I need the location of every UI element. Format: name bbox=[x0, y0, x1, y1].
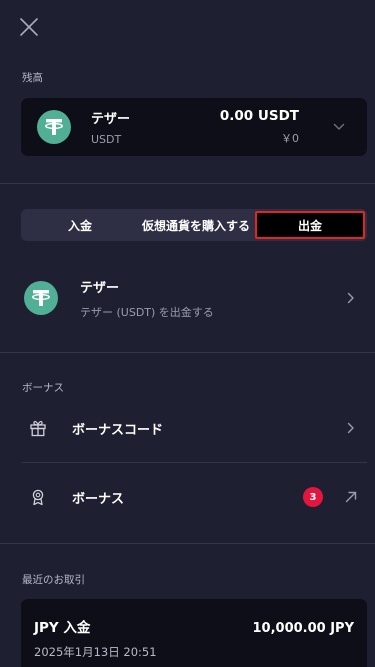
tether-icon bbox=[24, 281, 58, 315]
chevron-right-icon bbox=[347, 422, 354, 434]
tab-buy-crypto[interactable]: 仮想通貨を購入する bbox=[139, 209, 253, 241]
transaction-card[interactable]: JPY 入金 10,000.00 JPY 2025年1月13日 20:51 bbox=[21, 599, 367, 667]
bonus-count-badge: 3 bbox=[303, 487, 323, 507]
divider bbox=[22, 462, 367, 463]
transaction-amount: 10,000.00 JPY bbox=[252, 621, 355, 636]
balance-coin-name: テザー bbox=[91, 112, 131, 127]
gift-icon bbox=[28, 418, 48, 438]
tether-icon bbox=[37, 110, 71, 144]
tab-withdraw[interactable]: 出金 bbox=[255, 211, 365, 239]
bonus-code-label: ボーナスコード bbox=[72, 422, 164, 438]
balance-section-label: 残高 bbox=[22, 72, 43, 84]
withdraw-usdt-row[interactable]: テザー テザー (USDT) を出金する bbox=[22, 280, 367, 319]
award-icon bbox=[28, 487, 48, 507]
recent-transactions-label: 最近のお取引 bbox=[22, 574, 85, 586]
balance-card[interactable]: テザー USDT 0.00 USDT ￥0 bbox=[21, 98, 367, 156]
external-link-icon bbox=[345, 491, 357, 503]
withdraw-asset-description: テザー (USDT) を出金する bbox=[80, 305, 214, 319]
chevron-down-icon[interactable] bbox=[319, 123, 359, 131]
bonus-label: ボーナス bbox=[72, 491, 125, 507]
balance-fiat: ￥0 bbox=[281, 132, 299, 145]
transaction-title: JPY 入金 bbox=[34, 620, 91, 636]
close-button[interactable] bbox=[18, 16, 40, 38]
balance-amount: 0.00 USDT bbox=[219, 108, 299, 124]
withdraw-asset-name: テザー bbox=[80, 280, 120, 296]
divider bbox=[0, 352, 375, 353]
balance-coin-ticker: USDT bbox=[91, 133, 122, 146]
bonus-code-row[interactable]: ボーナスコード bbox=[22, 416, 367, 440]
bonus-row[interactable]: ボーナス 3 bbox=[22, 485, 367, 509]
bonus-section-label: ボーナス bbox=[22, 382, 64, 394]
divider bbox=[0, 543, 375, 544]
close-icon bbox=[20, 18, 38, 36]
chevron-right-icon bbox=[347, 292, 354, 304]
transaction-type-tabs: 入金 仮想通貨を購入する 出金 bbox=[21, 209, 367, 241]
transaction-date: 2025年1月13日 20:51 bbox=[34, 645, 157, 659]
tab-deposit[interactable]: 入金 bbox=[21, 209, 139, 241]
divider bbox=[0, 183, 375, 184]
